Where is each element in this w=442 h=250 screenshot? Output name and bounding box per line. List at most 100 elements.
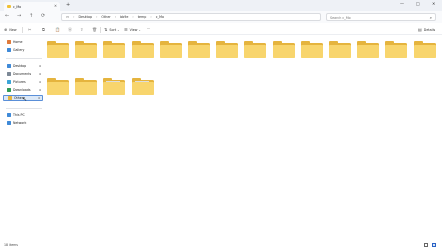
folder-icon	[216, 45, 239, 58]
folder-icon	[75, 45, 98, 58]
sidebar-item-network[interactable]: Network	[3, 120, 43, 126]
file-list	[44, 37, 442, 237]
folder-icon	[357, 45, 380, 58]
new-tab-button[interactable]: +	[66, 2, 70, 8]
view-button[interactable]: ☰ View ⌄	[124, 27, 143, 32]
command-bar: ⊕ New ✂ ⧉ 📋 Ⓐ ⇪ 🗑 ⇅ Sort ⌄ ☰ View ⌄ ··· …	[0, 25, 442, 35]
plus-icon: ⊕	[4, 27, 8, 32]
breadcrumb-c-mo[interactable]: c_Mo	[156, 15, 164, 19]
sidebar-item-gallery[interactable]: Gallery	[3, 47, 43, 53]
folder-icon	[385, 45, 408, 58]
sidebar-item-this-pc[interactable]: This PC	[3, 112, 43, 118]
folder-item[interactable]	[47, 41, 69, 59]
folder-item[interactable]	[103, 41, 126, 59]
close-button[interactable]: ✕	[432, 1, 435, 6]
item-count: 18 items	[4, 243, 18, 247]
folder-item[interactable]	[357, 41, 380, 59]
divider	[100, 27, 101, 33]
folder-item[interactable]	[131, 78, 154, 96]
search-placeholder: Search c_Mo	[330, 16, 351, 20]
chevron-right-icon: ›	[150, 15, 152, 19]
this-pc-icon	[7, 113, 11, 117]
search-input[interactable]: Search c_Mo ⌕	[326, 13, 436, 21]
divider	[6, 108, 42, 109]
details-button[interactable]: ▤ Details	[418, 27, 435, 32]
folder-item[interactable]	[75, 78, 98, 96]
breadcrumb-temp[interactable]: temp	[138, 15, 147, 19]
sidebar-item-label: Downloads	[13, 88, 31, 92]
folder-item[interactable]	[103, 78, 126, 96]
folder-icon	[47, 45, 69, 58]
sidebar-item-downloads[interactable]: Downloads ✱	[3, 87, 43, 93]
chevron-right-icon: ›	[73, 15, 75, 19]
copy-icon[interactable]: ⧉	[42, 27, 45, 32]
folder-item[interactable]	[216, 41, 239, 59]
more-button[interactable]: ···	[147, 27, 150, 31]
folder-item[interactable]	[244, 41, 267, 59]
details-view-icon[interactable]	[424, 243, 428, 247]
pin-icon: ✱	[37, 96, 40, 100]
folder-icon	[272, 45, 295, 58]
folder-item[interactable]	[329, 41, 351, 59]
sidebar-item-pictures[interactable]: Pictures ✱	[3, 79, 43, 85]
sidebar-item-label: Network	[13, 121, 27, 125]
sidebar-item-label: Home	[13, 40, 23, 44]
mouse-cursor-icon: ↖	[22, 96, 28, 103]
sidebar-item-home[interactable]: Home	[3, 39, 43, 45]
paste-icon[interactable]: 📋	[55, 27, 60, 32]
maximize-button[interactable]: □	[416, 1, 420, 6]
large-icons-view-icon[interactable]	[432, 243, 436, 247]
sidebar-item-desktop[interactable]: Desktop ✱	[3, 63, 43, 69]
folder-icon	[300, 45, 323, 58]
folder-item[interactable]	[131, 41, 154, 59]
tab-c-mo[interactable]: c_Mo ✕	[4, 2, 60, 11]
back-button[interactable]: ←	[5, 13, 9, 19]
forward-button[interactable]: →	[17, 13, 21, 19]
rename-icon[interactable]: Ⓐ	[68, 27, 72, 33]
folder-item[interactable]	[300, 41, 323, 59]
chevron-right-icon: ›	[114, 15, 117, 19]
folder-item[interactable]	[159, 41, 182, 59]
close-tab-icon[interactable]: ✕	[54, 4, 57, 8]
folder-icon	[103, 45, 126, 58]
folder-item[interactable]	[272, 41, 295, 59]
search-icon: ⌕	[429, 15, 432, 20]
gallery-icon	[7, 48, 11, 52]
pictures-icon	[7, 80, 11, 84]
pin-icon: ✱	[38, 80, 41, 84]
new-button[interactable]: ⊕ New	[4, 27, 17, 32]
navigation-bar: ← → ↑ ⟳ ▭ › Desktop › Other › bb9e › tem…	[0, 11, 442, 23]
sidebar-item-documents[interactable]: Documents ✱	[3, 71, 43, 77]
sort-label: Sort	[109, 27, 117, 32]
refresh-button[interactable]: ⟳	[41, 13, 45, 19]
view-icon: ☰	[124, 27, 128, 32]
breadcrumb-other[interactable]: Other	[101, 15, 110, 19]
minimize-button[interactable]: —	[400, 1, 404, 6]
folder-item[interactable]	[75, 41, 98, 59]
navigation-pane: Home Gallery Desktop ✱ Documents ✱ Pictu…	[0, 36, 44, 240]
sidebar-item-label: Pictures	[13, 80, 26, 84]
folder-item[interactable]	[413, 41, 436, 59]
tab-label: c_Mo	[13, 4, 22, 9]
sort-button[interactable]: ⇅ Sort ⌄	[104, 27, 122, 32]
folder-icon	[329, 45, 351, 58]
documents-icon	[7, 72, 11, 76]
address-bar[interactable]: ▭ › Desktop › Other › bb9e › temp › c_Mo	[61, 13, 321, 21]
folder-icon	[131, 82, 154, 95]
breadcrumb-desktop[interactable]: Desktop	[78, 15, 92, 19]
chevron-right-icon: ›	[96, 15, 98, 19]
file-explorer-window: c_Mo ✕ + — □ ✕ ← → ↑ ⟳ ▭ › Desktop › Oth…	[0, 0, 442, 250]
up-button[interactable]: ↑	[29, 13, 33, 19]
folder-item[interactable]	[188, 41, 210, 59]
breadcrumb-bb9e[interactable]: bb9e	[120, 15, 128, 19]
desktop-icon	[7, 64, 11, 68]
delete-icon[interactable]: 🗑	[92, 27, 97, 32]
folder-item[interactable]	[47, 78, 69, 96]
share-icon[interactable]: ⇪	[80, 27, 83, 32]
folder-icon	[244, 45, 267, 58]
folder-item[interactable]	[385, 41, 408, 59]
cut-icon[interactable]: ✂	[28, 27, 31, 32]
details-label: Details	[423, 27, 436, 32]
sidebar-item-label: Gallery	[13, 48, 25, 52]
divider	[6, 58, 42, 59]
